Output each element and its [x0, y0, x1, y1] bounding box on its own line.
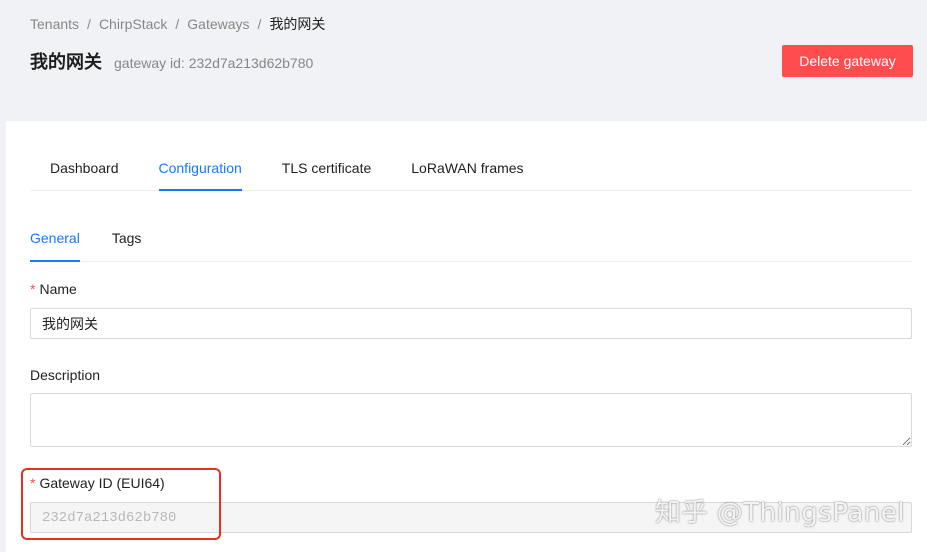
tab-lorawan-frames[interactable]: LoRaWAN frames — [411, 151, 523, 190]
gateway-id-label: * Gateway ID (EUI64) — [30, 475, 165, 491]
description-textarea[interactable] — [30, 393, 912, 447]
breadcrumb-tenants[interactable]: Tenants — [30, 16, 79, 32]
required-marker: * — [30, 281, 36, 297]
breadcrumb: Tenants / ChirpStack / Gateways / 我的网关 — [30, 14, 325, 34]
description-label: Description — [30, 367, 101, 383]
tab-dashboard[interactable]: Dashboard — [50, 151, 119, 190]
name-input[interactable] — [30, 308, 912, 339]
sub-tabs: General Tags — [30, 221, 912, 262]
tab-tls-certificate[interactable]: TLS certificate — [282, 151, 371, 190]
name-label-text: Name — [39, 281, 77, 297]
main-tabs: Dashboard Configuration TLS certificate … — [30, 151, 912, 191]
breadcrumb-separator: / — [87, 16, 91, 32]
gateway-id-subtitle: gateway id: 232d7a213d62b780 — [114, 55, 314, 71]
page-header: Tenants / ChirpStack / Gateways / 我的网关 我… — [0, 0, 927, 121]
breadcrumb-gateways[interactable]: Gateways — [187, 16, 249, 32]
delete-gateway-button[interactable]: Delete gateway — [782, 45, 913, 77]
breadcrumb-current: 我的网关 — [269, 16, 326, 32]
breadcrumb-separator: / — [175, 16, 180, 32]
tab-configuration[interactable]: Configuration — [158, 151, 243, 191]
breadcrumb-separator: / — [257, 16, 262, 32]
breadcrumb-tenant[interactable]: ChirpStack — [99, 16, 167, 32]
name-label: * Name — [30, 281, 77, 297]
subtab-general[interactable]: General — [30, 221, 80, 262]
gateway-id-label-text: Gateway ID (EUI64) — [39, 475, 165, 491]
watermark: 知乎 @ThingsPanel — [655, 498, 906, 528]
page-title: 我的网关 — [30, 52, 102, 72]
title-row: 我的网关 gateway id: 232d7a213d62b780 — [30, 48, 313, 74]
content-card: Dashboard Configuration TLS certificate … — [6, 121, 927, 552]
required-marker: * — [30, 475, 36, 491]
subtab-tags[interactable]: Tags — [112, 221, 142, 261]
